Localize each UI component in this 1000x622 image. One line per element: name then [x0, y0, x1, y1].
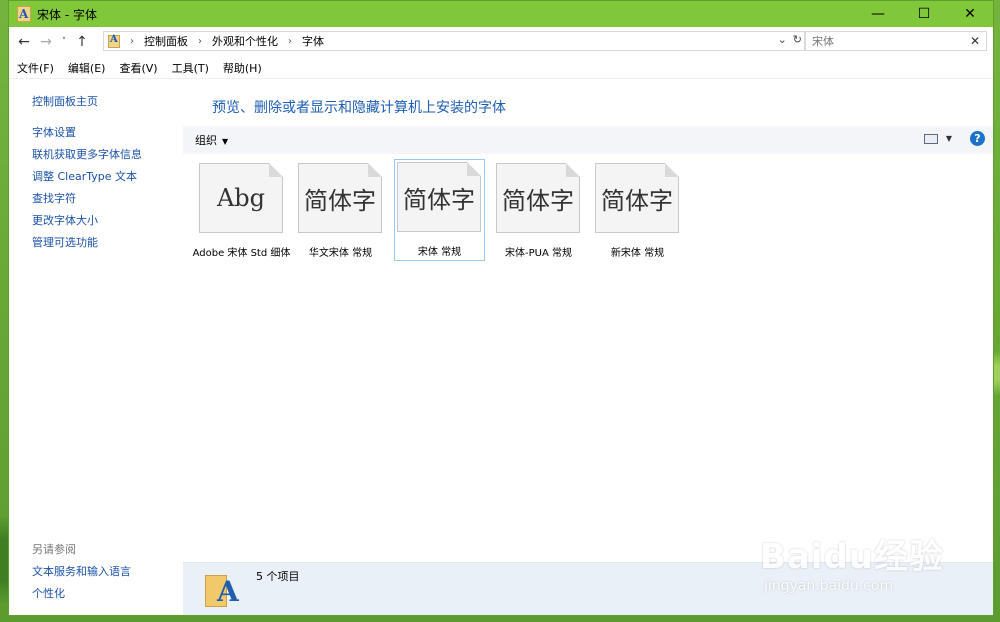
breadcrumb-control-panel[interactable]: 控制面板	[144, 33, 188, 49]
font-item-simsun-pua[interactable]: 简体字 宋体-PUA 常规	[494, 161, 585, 263]
breadcrumb-chevron-icon[interactable]: ›	[288, 36, 292, 47]
font-file-icon: 简体字	[595, 163, 679, 233]
search-box[interactable]: ✕	[805, 31, 987, 51]
menu-view[interactable]: 查看(V)	[119, 60, 157, 76]
forward-button[interactable]: →	[35, 34, 57, 50]
font-settings-link[interactable]: 字体设置	[32, 124, 76, 140]
font-item-nsimsun[interactable]: 简体字 新宋体 常规	[593, 161, 684, 263]
maximize-button[interactable]: ☐	[901, 1, 947, 27]
organize-button[interactable]: 组织 ▼	[195, 132, 228, 148]
close-button[interactable]: ✕	[947, 1, 993, 27]
manage-optional-features-link[interactable]: 管理可选功能	[32, 234, 98, 250]
font-file-icon: 简体字	[298, 163, 382, 233]
menu-bar: 文件(F) 编辑(E) 查看(V) 工具(T) 帮助(H)	[9, 58, 993, 79]
menu-tools[interactable]: 工具(T)	[172, 60, 209, 76]
menu-edit[interactable]: 编辑(E)	[68, 60, 106, 76]
font-item-simsun[interactable]: 简体字 宋体 常规	[394, 159, 485, 261]
adjust-cleartype-link[interactable]: 调整 ClearType 文本	[32, 168, 137, 184]
breadcrumb-chevron-icon[interactable]: ›	[198, 36, 202, 47]
fonts-folder-icon: A	[108, 34, 120, 48]
search-input[interactable]	[810, 33, 964, 49]
text-services-link[interactable]: 文本服务和输入语言	[32, 563, 131, 579]
font-file-icon: 简体字	[496, 163, 580, 233]
clear-search-icon[interactable]: ✕	[970, 34, 980, 48]
get-font-info-online-link[interactable]: 联机获取更多字体信息	[32, 146, 142, 162]
navigation-bar: ← → ˅ ↑ A › 控制面板 › 外观和个性化 › 字体 ⌄ ↻ ✕	[9, 27, 993, 58]
fonts-folder-icon: A	[17, 6, 31, 22]
font-item-label: 新宋体 常规	[610, 248, 665, 259]
font-item-label: 宋体 常规	[417, 247, 462, 258]
breadcrumb-fonts[interactable]: 字体	[302, 33, 324, 49]
title-bar[interactable]: A 宋体 - 字体 — ☐ ✕	[9, 1, 993, 27]
chevron-down-icon: ▼	[222, 137, 229, 146]
back-button[interactable]: ←	[13, 34, 35, 50]
font-item-stsong[interactable]: 简体字 华文宋体 常规	[296, 161, 387, 263]
breadcrumb-chevron-icon: ›	[130, 35, 134, 47]
font-file-icon: Abg	[199, 163, 283, 233]
command-bar: 组织 ▼ ▼ ?	[183, 126, 993, 154]
breadcrumb-appearance[interactable]: 外观和个性化	[212, 33, 278, 49]
watermark-logo: Baidu经验	[759, 537, 944, 577]
change-font-size-link[interactable]: 更改字体大小	[32, 212, 98, 228]
font-file-icon: 简体字	[397, 162, 481, 232]
see-also-heading: 另请参阅	[32, 543, 76, 556]
address-dropdown-icon[interactable]: ⌄	[778, 33, 787, 46]
change-view-icon[interactable]	[923, 133, 938, 144]
menu-help[interactable]: 帮助(H)	[223, 60, 262, 76]
fonts-folder-icon: A	[205, 571, 239, 608]
recent-locations-button[interactable]: ˅	[57, 37, 71, 47]
refresh-icon[interactable]: ↻	[793, 33, 802, 46]
page-title: 预览、删除或者显示和隐藏计算机上安装的字体	[212, 100, 506, 116]
baidu-watermark: Baidu经验 jingyan.baidu.com	[760, 529, 944, 594]
watermark-url: jingyan.baidu.com	[763, 578, 894, 594]
organize-label: 组织	[195, 134, 217, 147]
control-panel-home-link[interactable]: 控制面板主页	[32, 93, 98, 109]
font-item-label: 华文宋体 常规	[308, 248, 373, 259]
up-button[interactable]: ↑	[71, 34, 93, 50]
find-character-link[interactable]: 查找字符	[32, 190, 76, 206]
font-item-adobe-song[interactable]: Abg Adobe 宋体 Std 细体	[193, 161, 290, 263]
item-count: 5 个项目	[256, 570, 300, 583]
font-item-label: Adobe 宋体 Std 细体	[192, 248, 291, 259]
personalization-link[interactable]: 个性化	[32, 585, 65, 601]
explorer-window: A 宋体 - 字体 — ☐ ✕ ← → ˅ ↑ A › 控制面板 › 外观和个性…	[8, 0, 994, 616]
font-item-label: 宋体-PUA 常规	[505, 248, 572, 259]
minimize-button[interactable]: —	[855, 1, 901, 27]
address-bar[interactable]: A › 控制面板 › 外观和个性化 › 字体 ⌄ ↻	[103, 31, 805, 51]
menu-file[interactable]: 文件(F)	[17, 60, 54, 76]
task-pane: 控制面板主页 字体设置 联机获取更多字体信息 调整 ClearType 文本 查…	[9, 79, 183, 615]
view-options-dropdown-icon[interactable]: ▼	[946, 134, 952, 143]
help-icon[interactable]: ?	[970, 131, 985, 146]
window-title: 宋体 - 字体	[37, 7, 97, 22]
